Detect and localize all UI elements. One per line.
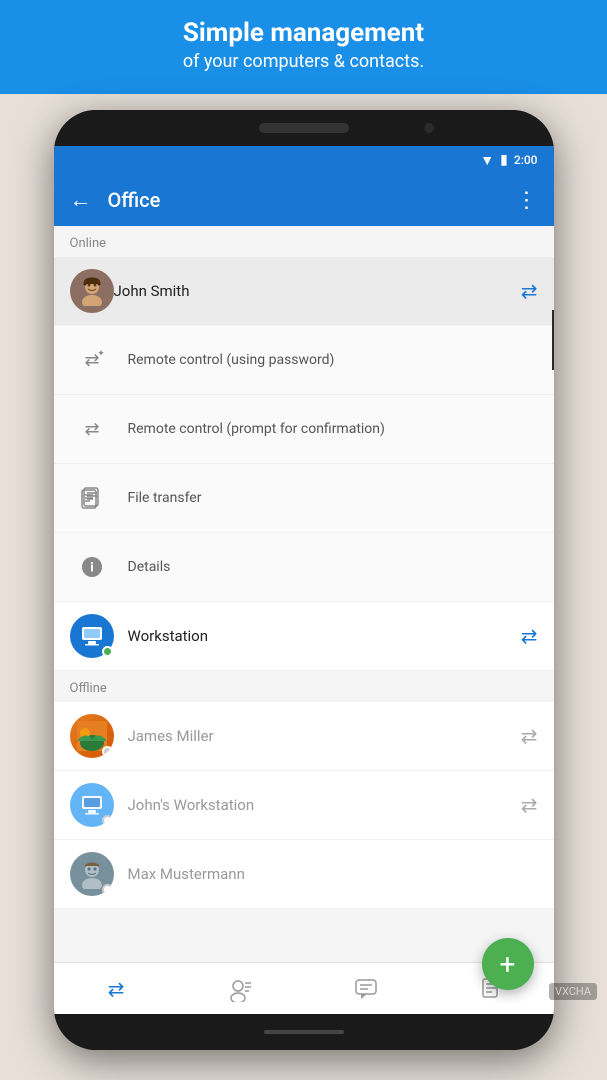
james-miller-face-icon [77,721,107,751]
list-item-file-transfer[interactable]: File transfer [54,464,554,533]
info-icon: i [79,554,105,580]
nav-item-chat[interactable] [353,976,379,1002]
wifi-icon: ▼ [480,152,494,169]
workstation-avatar [70,614,114,658]
details-text: Details [128,559,171,575]
nav-chat-icon [353,976,379,1002]
status-icons: ▼ ▮ 2:00 [480,152,537,169]
johns-workstation-remote-icon[interactable]: ⇄ [521,793,538,817]
offline-section-header: Offline [54,671,554,702]
workstation-computer-icon [78,622,106,650]
file-transfer-text: File transfer [128,490,202,506]
banner-sub-title: of your computers & contacts. [20,49,587,74]
remote-confirm-text: Remote control (prompt for confirmation) [128,421,385,437]
top-banner: Simple management of your computers & co… [0,0,607,94]
app-bar-title: Office [108,188,516,212]
list-item-workstation[interactable]: Workstation ⇄ [54,602,554,671]
remote-password-text: Remote control (using password) [128,352,335,368]
file-icon [79,485,105,511]
list-item-details[interactable]: i Details [54,533,554,602]
bottom-nav: ⇄ [54,962,554,1014]
home-indicator [264,1030,344,1034]
bottom-spacer [54,909,554,962]
content-area: Online John Smith ⇄ [54,226,554,962]
james-miller-remote-icon[interactable]: ⇄ [521,724,538,748]
john-smith-face-icon [77,276,107,306]
side-button [552,310,554,370]
list-item-max-mustermann[interactable]: Max Mustermann [54,840,554,909]
johns-workstation-name: John's Workstation [128,796,521,814]
john-smith-remote-icon[interactable]: ⇄ [521,279,538,303]
workstation-status-dot [102,646,113,657]
nav-contacts-icon [228,976,254,1002]
remote-arrows-icon: ⇄ [79,416,105,442]
app-bar: ← Office ⋮ [54,174,554,226]
back-button[interactable]: ← [70,187,92,213]
svg-text:i: i [90,561,93,576]
speaker [259,123,349,133]
list-item-remote-password[interactable]: ⇄ ✦ Remote control (using password) [54,326,554,395]
phone-bottom-bar [54,1014,554,1050]
max-mustermann-avatar [70,852,114,896]
svg-text:⇄: ⇄ [84,419,99,440]
camera [424,123,434,133]
max-mustermann-face-icon [77,859,107,889]
file-transfer-icon [70,476,114,520]
more-button[interactable]: ⋮ [516,188,538,213]
online-section-header: Online [54,226,554,257]
list-item-johns-workstation[interactable]: John's Workstation ⇄ [54,771,554,840]
james-miller-status-dot [102,746,113,757]
phone-shell: ▼ ▮ 2:00 ← Office ⋮ Online [54,110,554,1050]
johns-workstation-computer-icon [78,791,106,819]
list-item-john-smith[interactable]: John Smith ⇄ [54,257,554,326]
johns-ws-status-dot [102,815,113,826]
johns-workstation-avatar [70,783,114,827]
max-status-dot [102,884,113,895]
remote-arrows-star-icon: ⇄ ✦ [79,347,105,373]
max-mustermann-name: Max Mustermann [128,865,538,883]
remote-confirm-icon: ⇄ [70,407,114,451]
nav-item-remote[interactable]: ⇄ [103,976,129,1002]
battery-icon: ▮ [500,152,508,168]
list-item-james-miller[interactable]: James Miller ⇄ [54,702,554,771]
watermark: VXCHA [549,983,597,1000]
list-item-remote-confirm[interactable]: ⇄ Remote control (prompt for confirmatio… [54,395,554,464]
time-display: 2:00 [514,153,538,167]
details-icon: i [70,545,114,589]
remote-password-icon: ⇄ ✦ [70,338,114,382]
phone-top-bar [54,110,554,146]
nav-item-contacts[interactable] [228,976,254,1002]
james-miller-name: James Miller [128,727,521,745]
james-miller-avatar [70,714,114,758]
svg-text:⇄: ⇄ [108,977,125,1001]
banner-main-title: Simple management [20,18,587,49]
workstation-remote-icon[interactable]: ⇄ [521,624,538,648]
john-smith-name: John Smith [114,282,521,300]
fab-add-button[interactable]: + [482,938,534,990]
svg-text:✦: ✦ [97,349,105,359]
nav-remote-icon: ⇄ [103,976,129,1002]
john-smith-avatar [70,269,114,313]
status-bar: ▼ ▮ 2:00 [54,146,554,174]
workstation-name: Workstation [128,627,521,645]
